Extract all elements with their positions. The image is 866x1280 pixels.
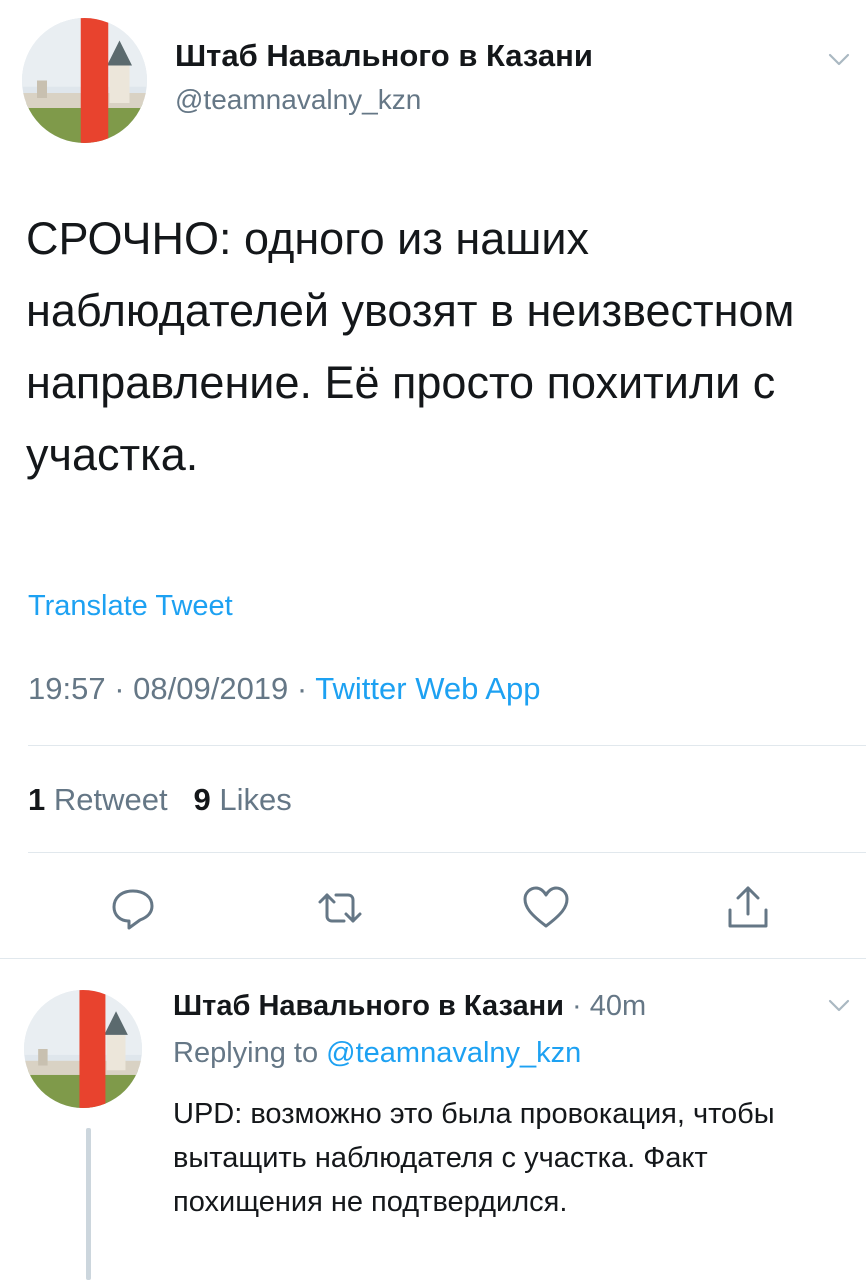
reply-author-avatar[interactable] <box>24 990 142 1108</box>
translate-tweet-link[interactable]: Translate Tweet <box>28 590 233 623</box>
reply-time-ago[interactable]: 40m <box>590 990 646 1022</box>
thread-connector-line <box>86 1128 91 1280</box>
chevron-down-icon[interactable] <box>822 42 856 76</box>
reply-author-name[interactable]: Штаб Навального в Казани <box>173 990 564 1022</box>
reply-author-line: Штаб Навального в Казани · 40m <box>173 990 646 1023</box>
kremlin-tower-avatar-image <box>22 18 147 143</box>
heart-icon[interactable] <box>520 882 572 934</box>
replying-to: Replying to @teamnavalny_kzn <box>173 1037 581 1070</box>
meta-separator: · <box>105 671 134 706</box>
divider <box>0 958 866 959</box>
tweet-timestamp: 19:57 · 08/09/2019 · Twitter Web App <box>28 671 540 707</box>
kremlin-tower-avatar-image <box>24 990 142 1108</box>
tweet-text: СРОЧНО: одного из наших наблюдателей уво… <box>26 213 795 480</box>
tweet-action-bar <box>0 860 866 956</box>
retweet-icon[interactable] <box>314 882 366 934</box>
retweets-label[interactable]: Retweet <box>54 782 168 817</box>
share-icon[interactable] <box>722 882 774 934</box>
tweet-date: 08/09/2019 <box>133 671 289 706</box>
reply-time-separator: · <box>563 990 590 1022</box>
reply-text: UPD: возможно это была провокация, чтобы… <box>173 1098 775 1218</box>
author-avatar[interactable] <box>22 18 147 143</box>
meta-separator: · <box>288 671 316 706</box>
reply-icon[interactable] <box>107 882 159 934</box>
divider <box>28 745 866 746</box>
author-handle[interactable]: @teamnavalny_kzn <box>175 84 421 116</box>
replying-to-label: Replying to <box>173 1037 327 1069</box>
tweet-stats: 1 Retweet 9 Likes <box>28 782 292 818</box>
author-name[interactable]: Штаб Навального в Казани <box>175 38 593 74</box>
tweet-source-link[interactable]: Twitter Web App <box>315 671 540 706</box>
divider <box>28 852 866 853</box>
chevron-down-icon[interactable] <box>822 988 856 1022</box>
likes-label[interactable]: Likes <box>219 782 291 817</box>
replying-to-handle[interactable]: @teamnavalny_kzn <box>326 1037 581 1069</box>
likes-count[interactable]: 9 <box>193 782 210 817</box>
tweet-time: 19:57 <box>28 671 106 706</box>
retweets-count[interactable]: 1 <box>28 782 45 817</box>
